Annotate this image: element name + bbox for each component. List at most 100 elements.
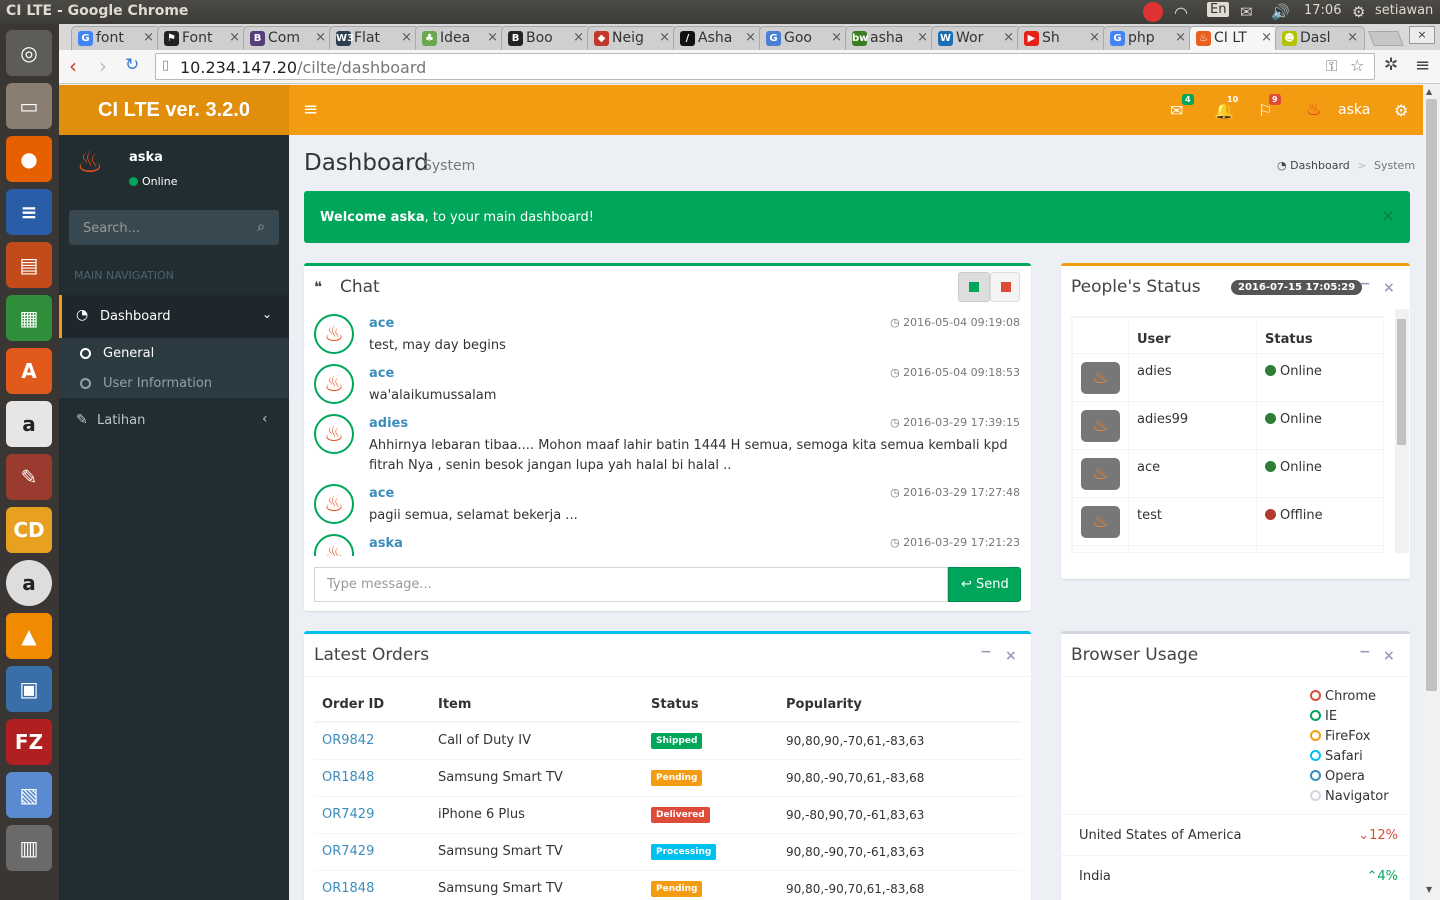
chat-author[interactable]: adies xyxy=(369,416,408,431)
ubuntu-dash-icon[interactable]: ◎ xyxy=(6,30,52,76)
browser-tab[interactable]: ▶ Sh × xyxy=(1017,26,1107,50)
chrome-menu-icon[interactable]: ≡ xyxy=(1415,55,1430,76)
order-id-link[interactable]: OR9842 xyxy=(322,733,374,748)
page-scrollbar[interactable]: ▲ ▼ xyxy=(1423,85,1440,900)
tab-close-icon[interactable]: × xyxy=(487,30,498,45)
order-id-link[interactable]: OR7429 xyxy=(322,807,374,822)
keyboard-lang-indicator[interactable]: En xyxy=(1207,2,1230,17)
chat-messages[interactable]: ♨ ace ◷ 2016-05-04 09:19:08 test, may day b… xyxy=(304,308,1031,556)
browser-tab[interactable]: / Asha × xyxy=(673,26,763,50)
session-user[interactable]: setiawan xyxy=(1375,3,1433,18)
people-row[interactable]: ♨ adies99 Online xyxy=(1072,401,1383,450)
sidebar-item-latihan[interactable]: ✎ Latihan ‹ xyxy=(59,405,289,435)
workspace-icon[interactable]: ▣ xyxy=(6,666,52,712)
address-bar[interactable]: ▯ 10.234.147.20/cilte/dashboard ⚿ ☆ xyxy=(155,53,1375,80)
people-row[interactable]: ♨ test Offline xyxy=(1072,497,1383,546)
trash-icon[interactable]: ▥ xyxy=(6,825,52,871)
remove-icon[interactable]: × xyxy=(1383,280,1395,296)
chat-author[interactable]: ace xyxy=(369,316,394,331)
order-id-link[interactable]: OR1848 xyxy=(322,881,374,896)
amazon-icon[interactable]: a xyxy=(6,401,52,447)
sidebar-item-user-information[interactable]: User Information xyxy=(59,368,289,398)
gear-icon[interactable]: ⚙ xyxy=(1352,3,1365,21)
tab-close-icon[interactable]: × xyxy=(573,30,584,45)
chat-author[interactable]: aska xyxy=(369,536,403,551)
tab-close-icon[interactable]: × xyxy=(1261,30,1272,45)
tab-close-icon[interactable]: × xyxy=(143,30,154,45)
chat-offline-button[interactable] xyxy=(990,272,1020,302)
writer-icon[interactable]: ≡ xyxy=(6,189,52,235)
bookmark-star-icon[interactable]: ☆ xyxy=(1350,56,1364,75)
browser-tab[interactable]: W Wor × xyxy=(931,26,1021,50)
files-icon[interactable]: ▭ xyxy=(6,83,52,129)
clock[interactable]: 17:06 xyxy=(1304,3,1341,18)
control-sidebar-gears-icon[interactable]: ⚙ xyxy=(1394,101,1408,120)
browser-tab[interactable]: ◆ Neig × xyxy=(587,26,677,50)
reload-icon[interactable]: ↻ xyxy=(125,55,139,75)
order-id-link[interactable]: OR7429 xyxy=(322,844,374,859)
tab-close-icon[interactable]: × xyxy=(315,30,326,45)
app-logo[interactable]: CI LTE ver. 3.2.0 xyxy=(59,85,289,135)
sidebar-item-general[interactable]: General xyxy=(59,338,289,368)
close-icon[interactable]: × xyxy=(1381,206,1395,226)
browser-tab[interactable]: Gfont × xyxy=(71,26,161,50)
forward-icon[interactable]: › xyxy=(99,54,107,78)
breadcrumb-dashboard[interactable]: Dashboard xyxy=(1290,159,1350,172)
browser-tab[interactable]: bw asha × xyxy=(845,26,935,50)
chat-author[interactable]: ace xyxy=(369,366,394,381)
window-close-button[interactable]: × xyxy=(1409,26,1435,44)
key-icon[interactable]: ⚿ xyxy=(1326,57,1337,75)
people-row[interactable]: ♨ adies Online xyxy=(1072,353,1383,402)
vlc-icon[interactable]: ▲ xyxy=(6,613,52,659)
browser-tab[interactable]: ☻ Dasl × xyxy=(1275,26,1365,50)
cd-icon[interactable]: CD xyxy=(6,507,52,553)
mail-icon[interactable]: ✉ xyxy=(1240,3,1253,21)
browser-tab[interactable]: ♨ CI LT × xyxy=(1189,26,1279,50)
wifi-icon[interactable]: ◠ xyxy=(1174,3,1188,22)
tab-close-icon[interactable]: × xyxy=(1089,30,1100,45)
remove-icon[interactable]: × xyxy=(1005,648,1017,664)
tab-close-icon[interactable]: × xyxy=(1003,30,1014,45)
tab-close-icon[interactable]: × xyxy=(401,30,412,45)
calc-icon[interactable]: ▦ xyxy=(6,295,52,341)
tab-close-icon[interactable]: × xyxy=(1175,30,1186,45)
tab-close-icon[interactable]: × xyxy=(745,30,756,45)
tab-close-icon[interactable]: × xyxy=(917,30,928,45)
stop-icon[interactable] xyxy=(1143,2,1163,22)
tab-close-icon[interactable]: × xyxy=(229,30,240,45)
collapse-icon[interactable]: − xyxy=(1359,276,1371,292)
browser-tab[interactable]: G Goo × xyxy=(759,26,849,50)
browser-tab[interactable]: ♣ Idea × xyxy=(415,26,505,50)
back-icon[interactable]: ‹ xyxy=(69,54,77,78)
firefox-icon[interactable]: ● xyxy=(6,136,52,182)
browser-tab[interactable]: B Boo × xyxy=(501,26,591,50)
anydo-icon[interactable]: a xyxy=(6,560,52,606)
tab-close-icon[interactable]: × xyxy=(1347,30,1358,45)
search-icon[interactable]: ⌕ xyxy=(257,219,265,235)
send-button[interactable]: ↩ Send xyxy=(948,567,1021,602)
scroll-down-icon[interactable]: ▼ xyxy=(1426,885,1432,894)
sidebar-toggle-icon[interactable]: ≡ xyxy=(303,99,318,120)
tab-close-icon[interactable]: × xyxy=(659,30,670,45)
browser-tab[interactable]: ⚑ Font × xyxy=(157,26,247,50)
impress-icon[interactable]: ▤ xyxy=(6,242,52,288)
extension-icon[interactable]: ✲ xyxy=(1384,55,1398,75)
user-avatar-icon[interactable]: ♨ xyxy=(1306,99,1322,120)
app-icon[interactable]: ▧ xyxy=(6,772,52,818)
country-row[interactable]: United States of America ⌄12% xyxy=(1061,814,1410,855)
navbar-user-name[interactable]: aska xyxy=(1338,102,1370,118)
chat-online-button[interactable] xyxy=(958,272,990,302)
country-row[interactable]: India ⌃4% xyxy=(1061,855,1410,896)
people-row[interactable]: ♨ ace Online xyxy=(1072,449,1383,498)
tab-close-icon[interactable]: × xyxy=(831,30,842,45)
envelope-icon[interactable]: ✉ xyxy=(1170,101,1183,120)
order-id-link[interactable]: OR1848 xyxy=(322,770,374,785)
filezilla-icon[interactable]: FZ xyxy=(6,719,52,765)
scroll-up-icon[interactable]: ▲ xyxy=(1426,87,1432,96)
sidebar-item-dashboard[interactable]: ◔ Dashboard ⌄ xyxy=(59,295,289,338)
browser-tab[interactable]: Gphp × xyxy=(1103,26,1193,50)
scrollbar-thumb[interactable] xyxy=(1426,99,1437,691)
sidebar-search-input[interactable]: Search... ⌕ xyxy=(69,210,279,245)
browser-tab[interactable]: B Com × xyxy=(243,26,333,50)
settings-icon[interactable]: ✎ xyxy=(6,454,52,500)
